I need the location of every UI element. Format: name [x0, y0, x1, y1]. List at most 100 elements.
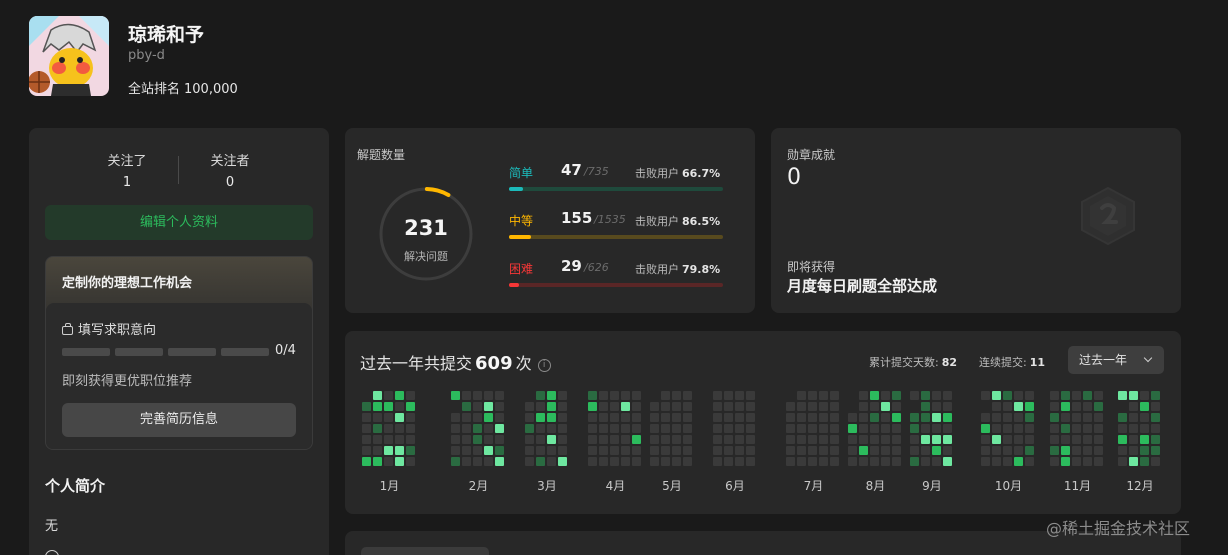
heatmap-day[interactable]	[395, 435, 404, 444]
heatmap-day[interactable]	[881, 457, 890, 466]
heatmap-day[interactable]	[797, 413, 806, 422]
heatmap-day[interactable]	[599, 424, 608, 433]
heatmap-day[interactable]	[650, 457, 659, 466]
heatmap-day[interactable]	[859, 402, 868, 411]
heatmap-day[interactable]	[921, 424, 930, 433]
heatmap-day[interactable]	[724, 446, 733, 455]
heatmap-day[interactable]	[819, 435, 828, 444]
heatmap-day[interactable]	[683, 457, 692, 466]
heatmap-day[interactable]	[797, 435, 806, 444]
heatmap-day[interactable]	[1061, 446, 1070, 455]
heatmap-day[interactable]	[1025, 446, 1034, 455]
heatmap-day[interactable]	[547, 413, 556, 422]
heatmap-day[interactable]	[848, 446, 857, 455]
heatmap-day[interactable]	[406, 424, 415, 433]
heatmap-day[interactable]	[473, 435, 482, 444]
info-icon[interactable]: i	[537, 359, 551, 372]
heatmap-day[interactable]	[547, 424, 556, 433]
heatmap-day[interactable]	[1072, 457, 1081, 466]
heatmap-day[interactable]	[462, 391, 471, 400]
heatmap-day[interactable]	[558, 424, 567, 433]
heatmap-day[interactable]	[943, 402, 952, 411]
heatmap-day[interactable]	[830, 424, 839, 433]
heatmap-day[interactable]	[921, 413, 930, 422]
heatmap-day[interactable]	[1118, 457, 1127, 466]
heatmap-day[interactable]	[1083, 391, 1092, 400]
heatmap-day[interactable]	[621, 402, 630, 411]
heatmap-day[interactable]	[992, 435, 1001, 444]
heatmap-day[interactable]	[746, 457, 755, 466]
heatmap-day[interactable]	[384, 435, 393, 444]
heatmap-day[interactable]	[1140, 413, 1149, 422]
heatmap-day[interactable]	[1118, 435, 1127, 444]
heatmap-day[interactable]	[683, 424, 692, 433]
heatmap-day[interactable]	[672, 435, 681, 444]
heatmap-day[interactable]	[362, 446, 371, 455]
heatmap-day[interactable]	[672, 446, 681, 455]
heatmap-day[interactable]	[859, 446, 868, 455]
heatmap-day[interactable]	[713, 391, 722, 400]
heatmap-day[interactable]	[921, 402, 930, 411]
heatmap-day[interactable]	[870, 435, 879, 444]
heatmap-day[interactable]	[1061, 402, 1070, 411]
badge-card[interactable]: 勋章成就 0 即将获得 月度每日刷题全部达成	[771, 128, 1181, 313]
heatmap-day[interactable]	[1014, 413, 1023, 422]
heatmap-day[interactable]	[786, 446, 795, 455]
heatmap-day[interactable]	[484, 457, 493, 466]
heatmap-day[interactable]	[1129, 413, 1138, 422]
heatmap-day[interactable]	[808, 391, 817, 400]
heatmap-day[interactable]	[536, 457, 545, 466]
heatmap-day[interactable]	[1140, 391, 1149, 400]
heatmap-day[interactable]	[484, 446, 493, 455]
heatmap-day[interactable]	[859, 435, 868, 444]
heatmap-day[interactable]	[495, 446, 504, 455]
heatmap-day[interactable]	[848, 457, 857, 466]
heatmap-day[interactable]	[713, 435, 722, 444]
heatmap-day[interactable]	[1083, 413, 1092, 422]
heatmap-day[interactable]	[892, 424, 901, 433]
heatmap-day[interactable]	[536, 402, 545, 411]
range-select[interactable]: 过去一年	[1068, 346, 1164, 374]
heatmap-day[interactable]	[473, 424, 482, 433]
heatmap-day[interactable]	[786, 424, 795, 433]
heatmap-day[interactable]	[588, 435, 597, 444]
heatmap-day[interactable]	[406, 402, 415, 411]
heatmap-day[interactable]	[1083, 424, 1092, 433]
heatmap-day[interactable]	[610, 413, 619, 422]
heatmap-day[interactable]	[724, 457, 733, 466]
heatmap-day[interactable]	[1003, 391, 1012, 400]
heatmap-day[interactable]	[943, 457, 952, 466]
heatmap-day[interactable]	[484, 435, 493, 444]
heatmap-day[interactable]	[910, 424, 919, 433]
heatmap-day[interactable]	[495, 424, 504, 433]
heatmap-day[interactable]	[932, 402, 941, 411]
heatmap-day[interactable]	[1014, 391, 1023, 400]
heatmap-day[interactable]	[1003, 402, 1012, 411]
heatmap-day[interactable]	[859, 413, 868, 422]
heatmap-day[interactable]	[819, 424, 828, 433]
heatmap-day[interactable]	[881, 413, 890, 422]
heatmap-day[interactable]	[830, 435, 839, 444]
heatmap-day[interactable]	[558, 402, 567, 411]
heatmap-day[interactable]	[735, 457, 744, 466]
heatmap-day[interactable]	[1072, 413, 1081, 422]
heatmap-day[interactable]	[892, 446, 901, 455]
heatmap-day[interactable]	[599, 413, 608, 422]
heatmap-day[interactable]	[525, 413, 534, 422]
heatmap-day[interactable]	[451, 446, 460, 455]
heatmap-day[interactable]	[830, 402, 839, 411]
heatmap-day[interactable]	[672, 457, 681, 466]
heatmap-day[interactable]	[525, 424, 534, 433]
heatmap-day[interactable]	[910, 457, 919, 466]
heatmap-day[interactable]	[462, 457, 471, 466]
heatmap-day[interactable]	[373, 424, 382, 433]
heatmap-day[interactable]	[547, 446, 556, 455]
heatmap-day[interactable]	[724, 413, 733, 422]
heatmap-day[interactable]	[797, 424, 806, 433]
heatmap-day[interactable]	[462, 435, 471, 444]
heatmap-day[interactable]	[1050, 446, 1059, 455]
heatmap-day[interactable]	[981, 457, 990, 466]
heatmap-day[interactable]	[870, 457, 879, 466]
heatmap-day[interactable]	[406, 391, 415, 400]
heatmap-day[interactable]	[724, 402, 733, 411]
